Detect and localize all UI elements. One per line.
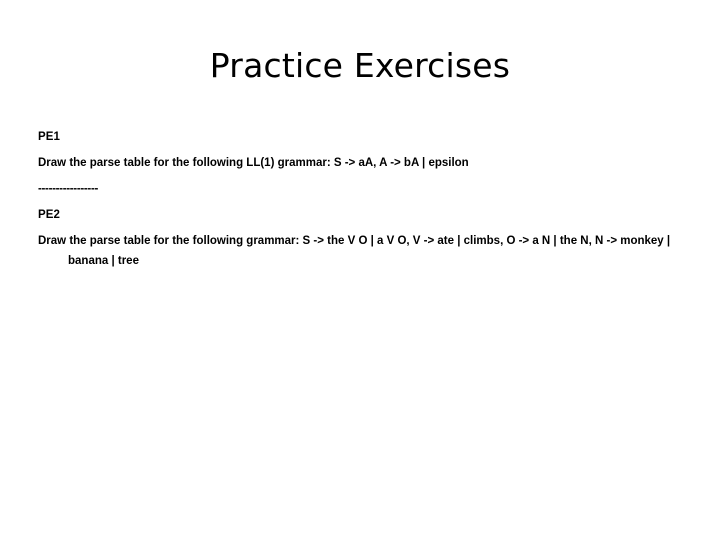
exercise-label-pe2: PE2: [38, 209, 61, 221]
page-title: Practice Exercises: [209, 46, 511, 85]
section-divider: -----------------: [38, 183, 99, 195]
body-content: PE1 Draw the parse table for the followi…: [38, 127, 683, 277]
exercise-text-pe1: Draw the parse table for the following L…: [38, 157, 469, 169]
exercise-label-pe1: PE1: [38, 131, 61, 143]
slide-canvas: Practice Exercises PE1 Draw the parse ta…: [0, 0, 720, 540]
exercise-text-pe2: Draw the parse table for the following g…: [38, 235, 671, 267]
